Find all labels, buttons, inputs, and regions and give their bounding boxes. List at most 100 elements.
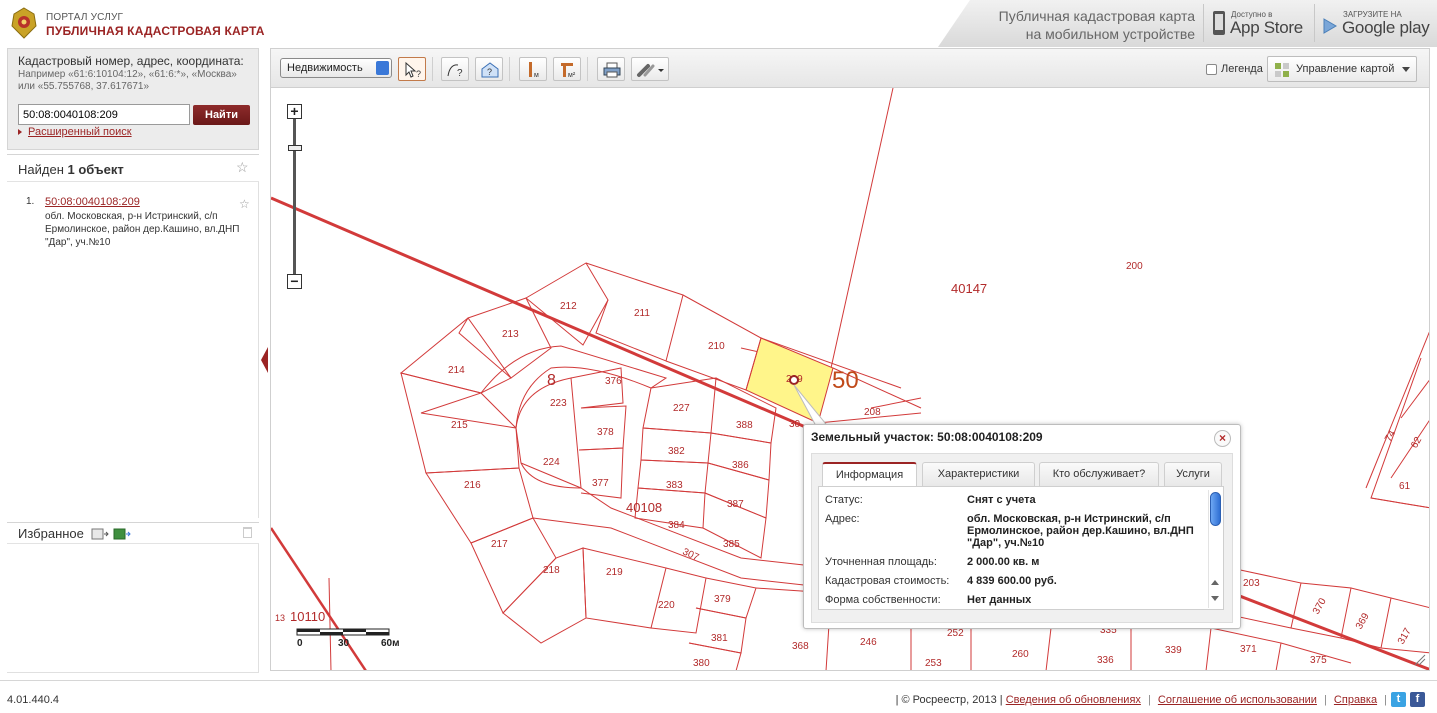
parcel-label: 317 [1396, 626, 1414, 646]
print-button[interactable] [597, 57, 625, 81]
scroll-up-icon[interactable] [1211, 580, 1219, 585]
parcel-260 [970, 622, 1052, 670]
scroll-down-icon[interactable] [1211, 596, 1219, 601]
brand-subtitle: ПОРТАЛ УСЛУГ [46, 12, 124, 23]
import-excel-icon[interactable] [113, 528, 131, 540]
favorites-title: Избранное [18, 526, 84, 541]
parcel-label: 61 [1399, 481, 1411, 492]
zoom-track[interactable] [293, 119, 296, 274]
brand-title[interactable]: ПУБЛИЧНАЯ КАДАСТРОВАЯ КАРТА [46, 24, 265, 38]
area-measure-button[interactable]: м² [553, 57, 581, 81]
result-link[interactable]: 50:08:0040108:209 [45, 196, 140, 208]
results-list: 1. 50:08:0040108:209 обл. Московская, р-… [7, 182, 259, 518]
parcel-label: 208 [864, 407, 881, 418]
parcel-label: 388 [736, 420, 753, 431]
parcel-74 [1400, 379, 1429, 419]
favorites-body [7, 544, 259, 673]
parcel-label: 369 [1354, 611, 1372, 631]
info-key: Уточненная площадь: [825, 556, 937, 568]
mobile-line-2: на мобильном устройстве [1025, 26, 1195, 42]
link-button[interactable] [631, 57, 669, 81]
measure-tool-button[interactable]: ? [441, 57, 469, 81]
result-star-icon[interactable]: ☆ [239, 197, 253, 211]
zoom-out-button[interactable]: − [287, 274, 302, 289]
search-input[interactable] [18, 104, 190, 125]
zoom-in-button[interactable]: + [287, 104, 302, 119]
zoom-slider-thumb[interactable] [288, 145, 302, 151]
version-label: 4.01.440.4 [7, 694, 59, 706]
parcel-label: 8 [547, 372, 556, 389]
parcel-label: 218 [543, 565, 560, 576]
separator: | [1147, 694, 1151, 706]
toolbar-separator [587, 57, 588, 81]
mobile-banner-text: Публичная кадастровая карта на мобильном… [990, 7, 1195, 43]
legend-label: Легенда [1221, 63, 1263, 75]
svg-text:?: ? [416, 69, 421, 79]
search-button[interactable]: Найти [193, 105, 250, 125]
map-manage-dropdown[interactable]: Управление картой [1267, 56, 1417, 82]
close-icon[interactable]: × [1214, 430, 1231, 447]
popup-title: Земельный участок: 50:08:0040108:209 [811, 430, 1043, 444]
advanced-search-link[interactable]: Расширенный поиск [28, 126, 132, 138]
googleplay-button[interactable]: ЗАГРУЗИТЕ НА Google play [1314, 4, 1432, 42]
tab-info[interactable]: Информация [822, 462, 917, 487]
mobile-line-1: Публичная кадастровая карта [998, 8, 1195, 24]
info-value: 4 839 600.00 руб. [967, 575, 1057, 587]
export-excel-icon[interactable] [91, 528, 109, 540]
legend-checkbox[interactable] [1206, 64, 1217, 75]
parcel-label: 211 [634, 308, 650, 319]
agreement-link[interactable]: Соглашение об использовании [1158, 694, 1317, 706]
parcel-61-62 [1370, 420, 1429, 509]
parcel-label: 339 [1165, 645, 1182, 656]
parcel-label: 10110 [290, 609, 325, 624]
toolbar-separator [432, 57, 433, 81]
parcel-label: 371 [1240, 644, 1257, 655]
area-tool-button[interactable]: ? [475, 57, 503, 81]
scale-label: 60м [381, 638, 400, 649]
parcel-label: 223 [550, 398, 567, 409]
parcel-label: 384 [668, 520, 685, 531]
info-panel: Статус: Снят с учета Адрес: обл. Московс… [818, 486, 1224, 610]
scale-bar: 0 30 60м [295, 626, 415, 650]
parcel-376 [570, 367, 624, 409]
popup-body: Информация Характеристики Кто обслуживае… [811, 453, 1233, 623]
scrollbar-thumb[interactable] [1210, 492, 1221, 526]
info-key: Статус: [825, 494, 863, 506]
twitter-icon[interactable]: t [1391, 692, 1406, 707]
parcel-label: 252 [947, 628, 964, 639]
popup-scrollbar[interactable] [1208, 490, 1221, 608]
parcel-label: 336 [1097, 655, 1114, 666]
resize-corner-icon[interactable] [1413, 653, 1427, 667]
results-count: Найден 1 объект [18, 162, 124, 177]
ruler-tool-button[interactable]: м [519, 57, 547, 81]
parcel-label: 368 [792, 641, 809, 652]
collapse-panel-icon[interactable] [260, 345, 269, 375]
footer: 4.01.440.4 | © Росреестр, 2013 | Сведени… [0, 680, 1437, 713]
layer-select[interactable]: Недвижимость [280, 58, 392, 78]
coat-of-arms-logo[interactable] [8, 6, 40, 40]
chain-link-icon [637, 64, 664, 77]
help-link[interactable]: Справка [1334, 694, 1377, 706]
tab-who-serves[interactable]: Кто обслуживает? [1039, 462, 1159, 486]
parcel-edge [1365, 331, 1429, 489]
parcel-label: 387 [727, 499, 744, 510]
parcel-label: 220 [658, 600, 675, 611]
updates-link[interactable]: Сведения об обновлениях [1006, 694, 1141, 706]
trash-icon[interactable] [243, 527, 252, 538]
cursor-question-icon: ? [405, 61, 421, 79]
parcel-label: 260 [1012, 649, 1029, 660]
search-box: Кадастровый номер, адрес, координата: На… [7, 48, 259, 150]
road-edge-inner [520, 462, 832, 569]
facebook-icon[interactable]: f [1410, 692, 1425, 707]
appstore-button[interactable]: Доступно в App Store [1203, 4, 1309, 42]
layer-select-value: Недвижимость [287, 62, 363, 74]
copyright-text: | © Росреестр, 2013 | [895, 694, 1003, 706]
star-icon[interactable]: ☆ [236, 160, 250, 174]
parcel-label: 40147 [951, 281, 987, 296]
parcel-label: 370 [1311, 596, 1329, 616]
tab-characteristics[interactable]: Характеристики [922, 462, 1035, 486]
info-value: обл. Московская, р-н Истринский, с/п Ерм… [967, 513, 1194, 549]
identify-tool-button[interactable]: ? [398, 57, 426, 81]
parcel-info-popup: Земельный участок: 50:08:0040108:209 × И… [803, 424, 1241, 629]
tab-services[interactable]: Услуги [1164, 462, 1222, 486]
